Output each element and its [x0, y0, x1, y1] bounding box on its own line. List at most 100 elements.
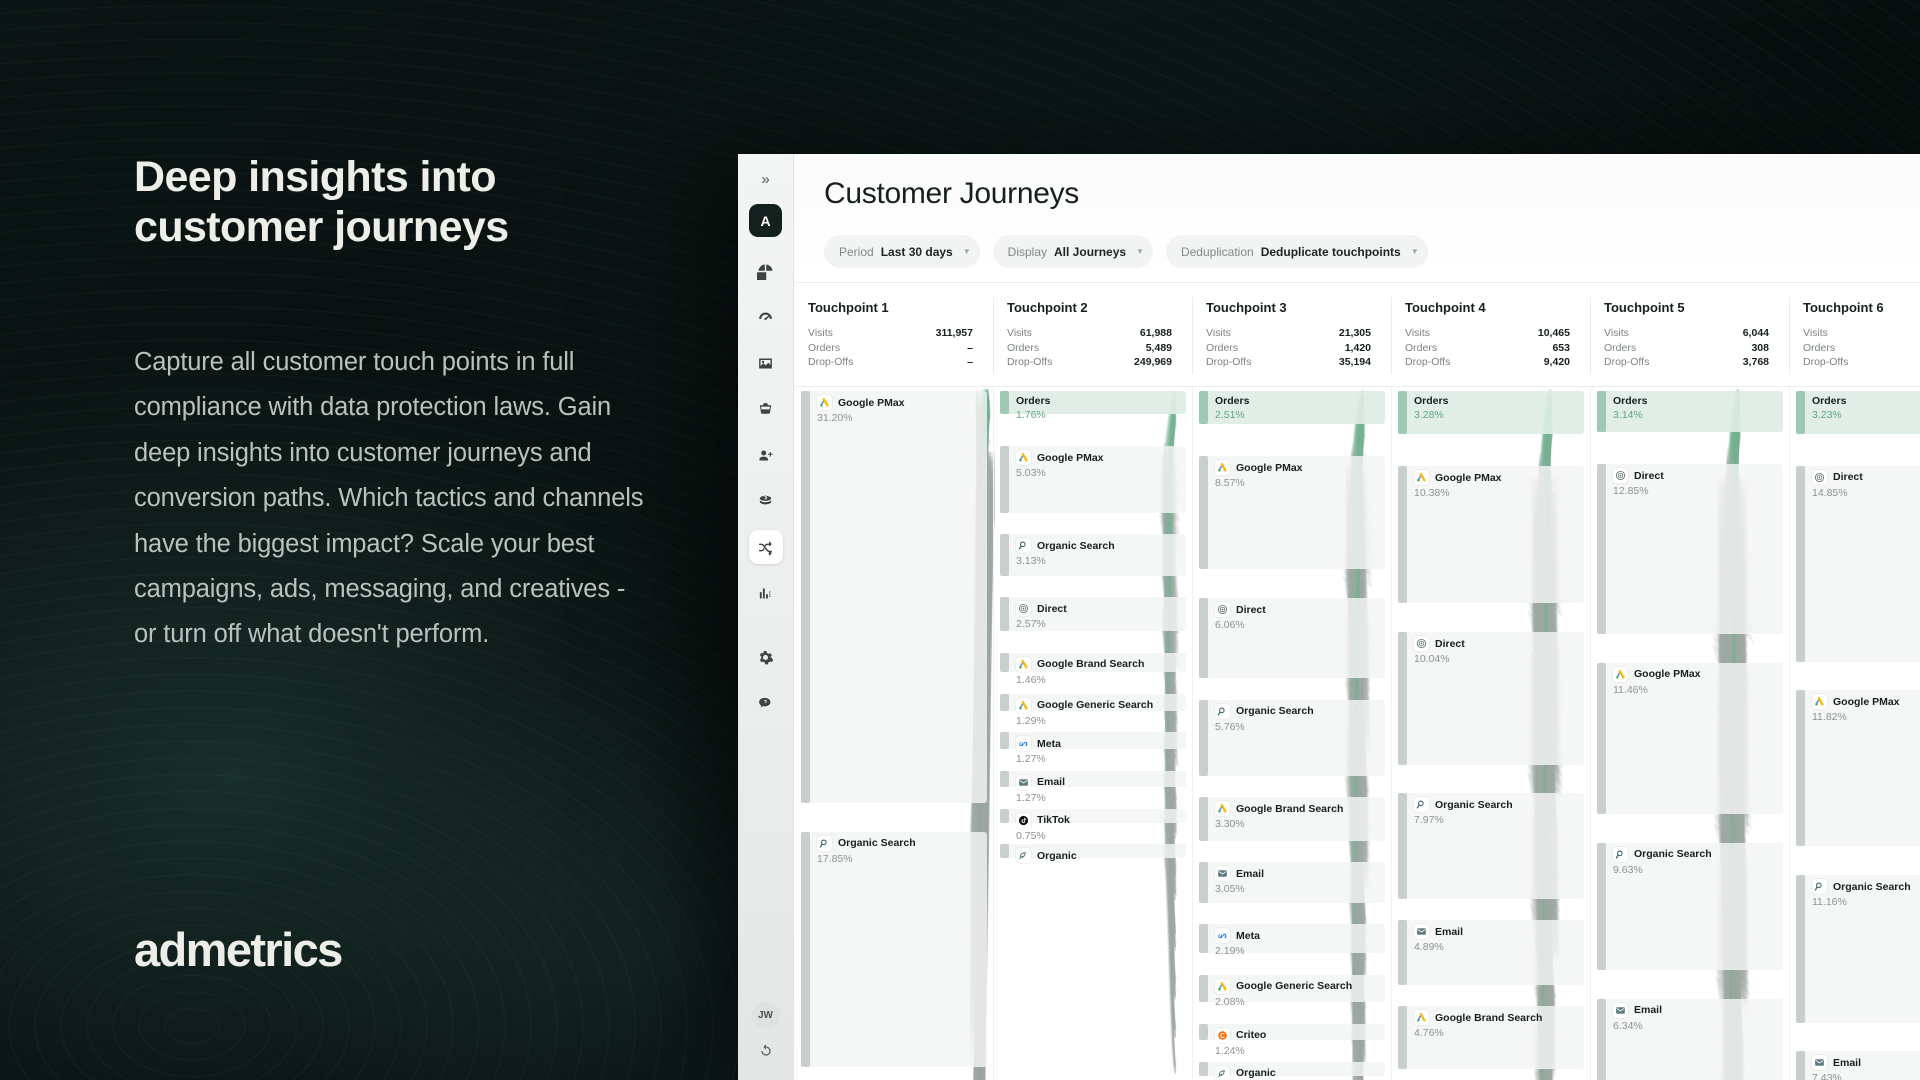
coin-stack-icon[interactable] — [749, 484, 783, 518]
sankey-node[interactable]: Organic Search 11.16% — [1796, 875, 1920, 1023]
node-volume-bar — [1000, 808, 1009, 823]
filter-chip-deduplication[interactable]: Deduplication Deduplicate touchpoints ▼ — [1165, 235, 1428, 268]
node-content: Google PMax 11.82% — [1796, 690, 1920, 723]
node-name: Orders — [1812, 395, 1847, 407]
sankey-node[interactable]: Google Brand Search 1.46% — [1000, 652, 1186, 686]
sankey-node[interactable]: Organic Search 7.97% — [1398, 793, 1584, 899]
node-label-row: Google PMax — [1215, 460, 1385, 476]
help-chat-icon[interactable] — [749, 686, 783, 720]
meta-icon — [1215, 928, 1230, 944]
node-volume-bar — [1796, 391, 1805, 434]
sankey-node[interactable]: Direct 10.04% — [1398, 632, 1584, 765]
sankey-node[interactable]: Orders 2.51% — [1199, 391, 1385, 425]
filter-chip-display[interactable]: Display All Journeys ▼ — [992, 235, 1153, 268]
touchpoint-column-5: Orders 3.14% Direct 12.85% Google PMax 11.46%… — [1590, 387, 1789, 1080]
stat-value: – — [967, 356, 973, 368]
stat-row-visits: Visits — [1803, 326, 1920, 341]
touchpoint-header-5: Touchpoint 5 Visits 6,044 Orders 308 Drop-Off… — [1590, 283, 1789, 386]
sankey-node[interactable]: Orders 3.23% — [1796, 391, 1920, 434]
node-label-row: Direct — [1215, 602, 1385, 618]
chevron-down-icon[interactable]: ▼ — [1411, 247, 1419, 256]
stat-value: 10,465 — [1537, 327, 1570, 339]
sankey-node[interactable]: Direct 14.85% — [1796, 465, 1920, 662]
direct-icon — [1613, 468, 1628, 484]
bar-chart-icon[interactable] — [749, 576, 783, 610]
stat-row-visits: Visits 6,044 — [1604, 326, 1769, 341]
sankey-node[interactable]: Orders 3.14% — [1597, 391, 1783, 433]
node-content: Orders 3.28% — [1398, 391, 1584, 421]
node-percentage: 12.85% — [1613, 485, 1649, 498]
sankey-node[interactable]: Direct 2.57% — [1000, 597, 1186, 632]
sankey-node[interactable]: Google PMax 11.82% — [1796, 690, 1920, 847]
node-volume-bar — [1398, 391, 1407, 435]
shuffle-icon[interactable] — [748, 530, 783, 564]
sankey-node[interactable]: TikTok 0.75% — [1000, 808, 1186, 842]
chevron-double-right-icon[interactable]: » — [751, 164, 781, 194]
gear-icon[interactable] — [749, 640, 783, 674]
sankey-node[interactable]: Organic Search 5.76% — [1199, 699, 1385, 776]
stat-key: Orders — [1803, 341, 1836, 354]
pie-chart-icon[interactable] — [749, 254, 783, 288]
stat-value: 653 — [1552, 341, 1570, 354]
magnifier-icon — [1215, 703, 1230, 719]
user-add-icon[interactable] — [749, 438, 783, 472]
google-ads-icon — [817, 395, 832, 410]
sankey-node[interactable]: Google Brand Search 3.30% — [1199, 797, 1385, 841]
magnifier-icon — [817, 835, 832, 851]
sankey-node[interactable]: Organic — [1000, 844, 1186, 864]
node-percentage: 3.28% — [1414, 409, 1444, 421]
stat-value: 21,305 — [1338, 327, 1371, 339]
sankey-node[interactable]: Organic — [1199, 1061, 1385, 1080]
node-label-row: Organic Search — [1016, 538, 1186, 554]
node-percentage: 6.34% — [1613, 1019, 1643, 1032]
basket-icon[interactable] — [749, 392, 783, 426]
node-name: Orders — [1215, 395, 1250, 407]
sankey-node[interactable]: Google PMax 10.38% — [1398, 466, 1584, 604]
sankey-node[interactable]: Organic Search 3.13% — [1000, 534, 1186, 576]
sankey-node[interactable]: Google Generic Search 1.29% — [1000, 693, 1186, 727]
stat-row-drop-offs: Drop-Offs — [1803, 355, 1920, 370]
brand-initial: A — [760, 212, 771, 229]
avatar[interactable]: JW — [751, 1001, 780, 1029]
node-label-row: Direct — [1414, 636, 1584, 652]
sankey-node[interactable]: Email 6.34% — [1597, 998, 1783, 1080]
node-label-row: Orders — [1812, 395, 1920, 407]
avatar-initials: JW — [758, 1009, 773, 1021]
node-name: Direct — [1037, 602, 1067, 615]
node-name: Google Brand Search — [1236, 802, 1344, 815]
sankey-node[interactable]: Email 3.05% — [1199, 862, 1385, 903]
sankey-node[interactable]: Orders 3.28% — [1398, 391, 1584, 435]
speedometer-icon[interactable] — [749, 300, 783, 334]
sankey-node[interactable]: Email 4.89% — [1398, 920, 1584, 985]
node-name: Meta — [1037, 737, 1061, 750]
sankey-node[interactable]: Direct 12.85% — [1597, 464, 1783, 635]
sankey-node[interactable]: Google Brand Search 4.76% — [1398, 1006, 1584, 1070]
sankey-node[interactable]: Google PMax 5.03% — [1000, 446, 1186, 513]
sankey-node[interactable]: Google Generic Search 2.08% — [1199, 974, 1385, 1008]
sankey-node[interactable]: Orders 1.76% — [1000, 391, 1186, 421]
chevron-down-icon[interactable]: ▼ — [963, 247, 971, 256]
node-volume-bar — [1000, 693, 1009, 711]
node-percentage: 1.76% — [1016, 409, 1046, 421]
sankey-node[interactable]: Google PMax 31.20% — [801, 391, 987, 803]
image-icon[interactable] — [749, 346, 783, 380]
magnifier-icon — [1812, 879, 1827, 895]
sankey-node[interactable]: Meta 1.27% — [1000, 732, 1186, 765]
refresh-icon[interactable] — [758, 1043, 774, 1064]
node-content: Email 4.89% — [1398, 920, 1584, 953]
filter-value-deduplication: Deduplicate touchpoints — [1260, 244, 1401, 259]
node-percentage: 2.08% — [1215, 995, 1245, 1008]
sankey-node[interactable]: Google PMax 11.46% — [1597, 662, 1783, 815]
sankey-node[interactable]: Google PMax 8.57% — [1199, 456, 1385, 570]
node-content: Email 7.43% — [1796, 1051, 1920, 1080]
sankey-node[interactable]: Organic Search 17.85% — [801, 831, 987, 1068]
sankey-node[interactable]: Email 7.43% — [1796, 1051, 1920, 1080]
filter-chip-period[interactable]: Period Last 30 days ▼ — [824, 235, 980, 268]
sankey-node[interactable]: Organic Search 9.63% — [1597, 842, 1783, 971]
sankey-node[interactable]: Meta 2.19% — [1199, 924, 1385, 957]
sankey-node[interactable]: Email 1.27% — [1000, 770, 1186, 804]
chevron-down-icon[interactable]: ▼ — [1136, 247, 1144, 256]
brand-tile[interactable]: A — [749, 204, 782, 237]
sankey-node[interactable]: Direct 6.06% — [1199, 598, 1385, 679]
sankey-node[interactable]: Criteo 1.24% — [1199, 1023, 1385, 1057]
